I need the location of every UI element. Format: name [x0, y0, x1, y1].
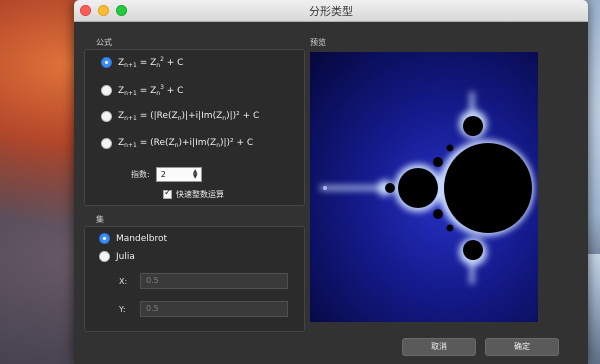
close-button[interactable]: [80, 5, 91, 16]
formula-radio-2[interactable]: [101, 85, 112, 96]
exponent-input[interactable]: 2 ▲ ▼: [155, 167, 202, 182]
formula-radio-4[interactable]: [101, 138, 112, 149]
formula-option-4[interactable]: Zn+1 = (Re(Zn)+i|Im(Zn)|)² + C: [101, 138, 253, 149]
fractal-type-dialog: 分形类型 公式 Zn+1 = Zn2 + C Zn+1 = Zn3 + C Zn…: [74, 0, 588, 364]
formula-radio-3[interactable]: [101, 111, 112, 122]
formula-option-3[interactable]: Zn+1 = (|Re(Zn)|+i|Im(Zn)|)² + C: [101, 111, 259, 122]
exponent-row: 指数: 2 ▲ ▼: [131, 167, 202, 182]
window-title: 分形类型: [309, 5, 353, 18]
preview-label: 预览: [310, 38, 326, 47]
minimize-button[interactable]: [98, 5, 109, 16]
formula-text-4: Zn+1 = (Re(Zn)+i|Im(Zn)|)² + C: [118, 138, 254, 149]
y-label: Y:: [119, 304, 126, 314]
zoom-button[interactable]: [116, 5, 127, 16]
exponent-stepper[interactable]: ▲ ▼: [191, 169, 200, 180]
formula-text-2: Zn+1 = Zn3 + C: [118, 84, 184, 97]
cancel-button[interactable]: 取消: [402, 338, 476, 356]
ok-button[interactable]: 确定: [485, 338, 559, 356]
mandelbrot-radio[interactable]: [99, 233, 110, 244]
mandelbrot-label: Mandelbrot: [116, 233, 167, 244]
formula-panel: [84, 49, 305, 206]
formula-option-2[interactable]: Zn+1 = Zn3 + C: [101, 84, 183, 97]
x-row: X: 0.5: [119, 273, 288, 289]
exponent-label: 指数:: [131, 170, 150, 179]
y-row: Y: 0.5: [119, 301, 288, 317]
formula-text-1: Zn+1 = Zn2 + C: [118, 56, 184, 69]
fast-integer-option[interactable]: 快速整数运算: [163, 188, 224, 200]
x-label: X:: [119, 276, 128, 286]
y-input[interactable]: 0.5: [140, 301, 288, 317]
exponent-value: 2: [160, 170, 166, 179]
julia-label: Julia: [116, 251, 135, 262]
title-bar[interactable]: 分形类型: [74, 0, 588, 22]
formula-radio-1[interactable]: [101, 57, 112, 68]
formula-section-label: 公式: [96, 38, 112, 47]
julia-radio[interactable]: [99, 251, 110, 262]
set-option-julia[interactable]: Julia: [99, 251, 135, 262]
formula-option-1[interactable]: Zn+1 = Zn2 + C: [101, 56, 183, 69]
window-controls: [80, 5, 127, 16]
fast-integer-checkbox[interactable]: [163, 188, 172, 199]
set-section-label: 集: [96, 215, 104, 224]
fast-integer-label: 快速整数运算: [176, 190, 224, 199]
formula-text-3: Zn+1 = (|Re(Zn)|+i|Im(Zn)|)² + C: [118, 111, 260, 122]
set-option-mandelbrot[interactable]: Mandelbrot: [99, 233, 167, 244]
fractal-preview: [310, 52, 538, 322]
mandelbrot-image: [320, 92, 534, 284]
x-input[interactable]: 0.5: [140, 273, 288, 289]
